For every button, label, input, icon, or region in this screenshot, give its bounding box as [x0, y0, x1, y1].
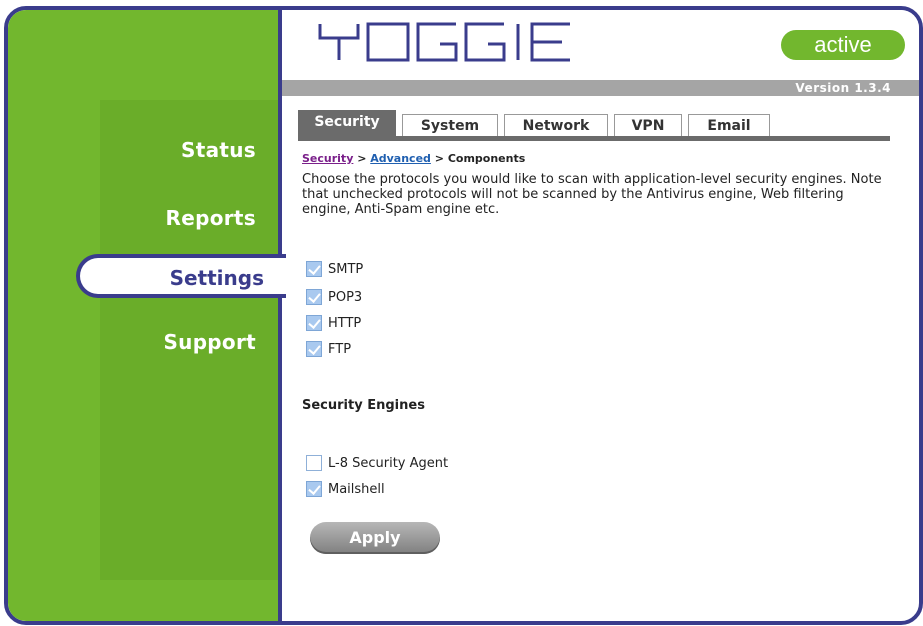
protocol-row-http: HTTP [306, 314, 361, 332]
l8-security-agent-checkbox[interactable] [306, 455, 322, 471]
pop3-checkbox[interactable] [306, 289, 322, 305]
http-checkbox[interactable] [306, 315, 322, 331]
breadcrumb-security-link[interactable]: Security [302, 152, 353, 165]
http-label: HTTP [328, 315, 362, 331]
ftp-label: FTP [328, 341, 352, 357]
breadcrumb-advanced-link[interactable]: Advanced [370, 152, 431, 165]
sidebar-item-settings-label: Settings [169, 266, 264, 290]
protocol-row-pop3: POP3 [306, 288, 362, 306]
sidebar: Status Reports Settings Support [8, 10, 286, 621]
main-content: Security System Network VPN Email Securi… [282, 96, 919, 621]
smtp-checkbox[interactable] [306, 261, 322, 277]
breadcrumb-separator: > [430, 152, 448, 165]
version-bar: Version 1.3.4 [282, 80, 919, 96]
sidebar-item-status[interactable]: Status [181, 138, 256, 162]
apply-button[interactable]: Apply [310, 522, 440, 554]
sidebar-item-support[interactable]: Support [163, 330, 256, 354]
mailshell-checkbox[interactable] [306, 481, 322, 497]
engine-row-mailshell: Mailshell [306, 480, 385, 498]
protocol-row-ftp: FTP [306, 340, 351, 358]
breadcrumb-current: Components [447, 152, 526, 165]
pop3-label: POP3 [328, 289, 363, 305]
breadcrumb: Security > Advanced > Components [302, 152, 525, 165]
l8-security-agent-label: L-8 Security Agent [328, 455, 449, 471]
tab-email[interactable]: Email [688, 114, 770, 136]
sidebar-item-settings[interactable]: Settings [76, 254, 286, 298]
tab-vpn[interactable]: VPN [614, 114, 682, 136]
smtp-label: SMTP [328, 261, 364, 277]
sidebar-item-reports[interactable]: Reports [166, 206, 256, 230]
yoggie-logo [318, 22, 570, 62]
status-badge: active [781, 30, 905, 60]
app-frame: Status Reports Settings Support active V… [4, 6, 923, 625]
description-text: Choose the protocols you would like to s… [302, 172, 882, 217]
tab-system[interactable]: System [402, 114, 498, 136]
tab-underline [298, 136, 890, 141]
tab-security[interactable]: Security [298, 110, 396, 136]
mailshell-label: Mailshell [328, 481, 385, 497]
engine-row-l8: L-8 Security Agent [306, 454, 448, 472]
breadcrumb-separator: > [353, 152, 371, 165]
header: active [282, 10, 919, 80]
protocol-row-smtp: SMTP [306, 260, 363, 278]
security-engines-heading: Security Engines [302, 398, 425, 413]
ftp-checkbox[interactable] [306, 341, 322, 357]
tab-network[interactable]: Network [504, 114, 608, 136]
version-label: Version 1.3.4 [795, 81, 891, 95]
